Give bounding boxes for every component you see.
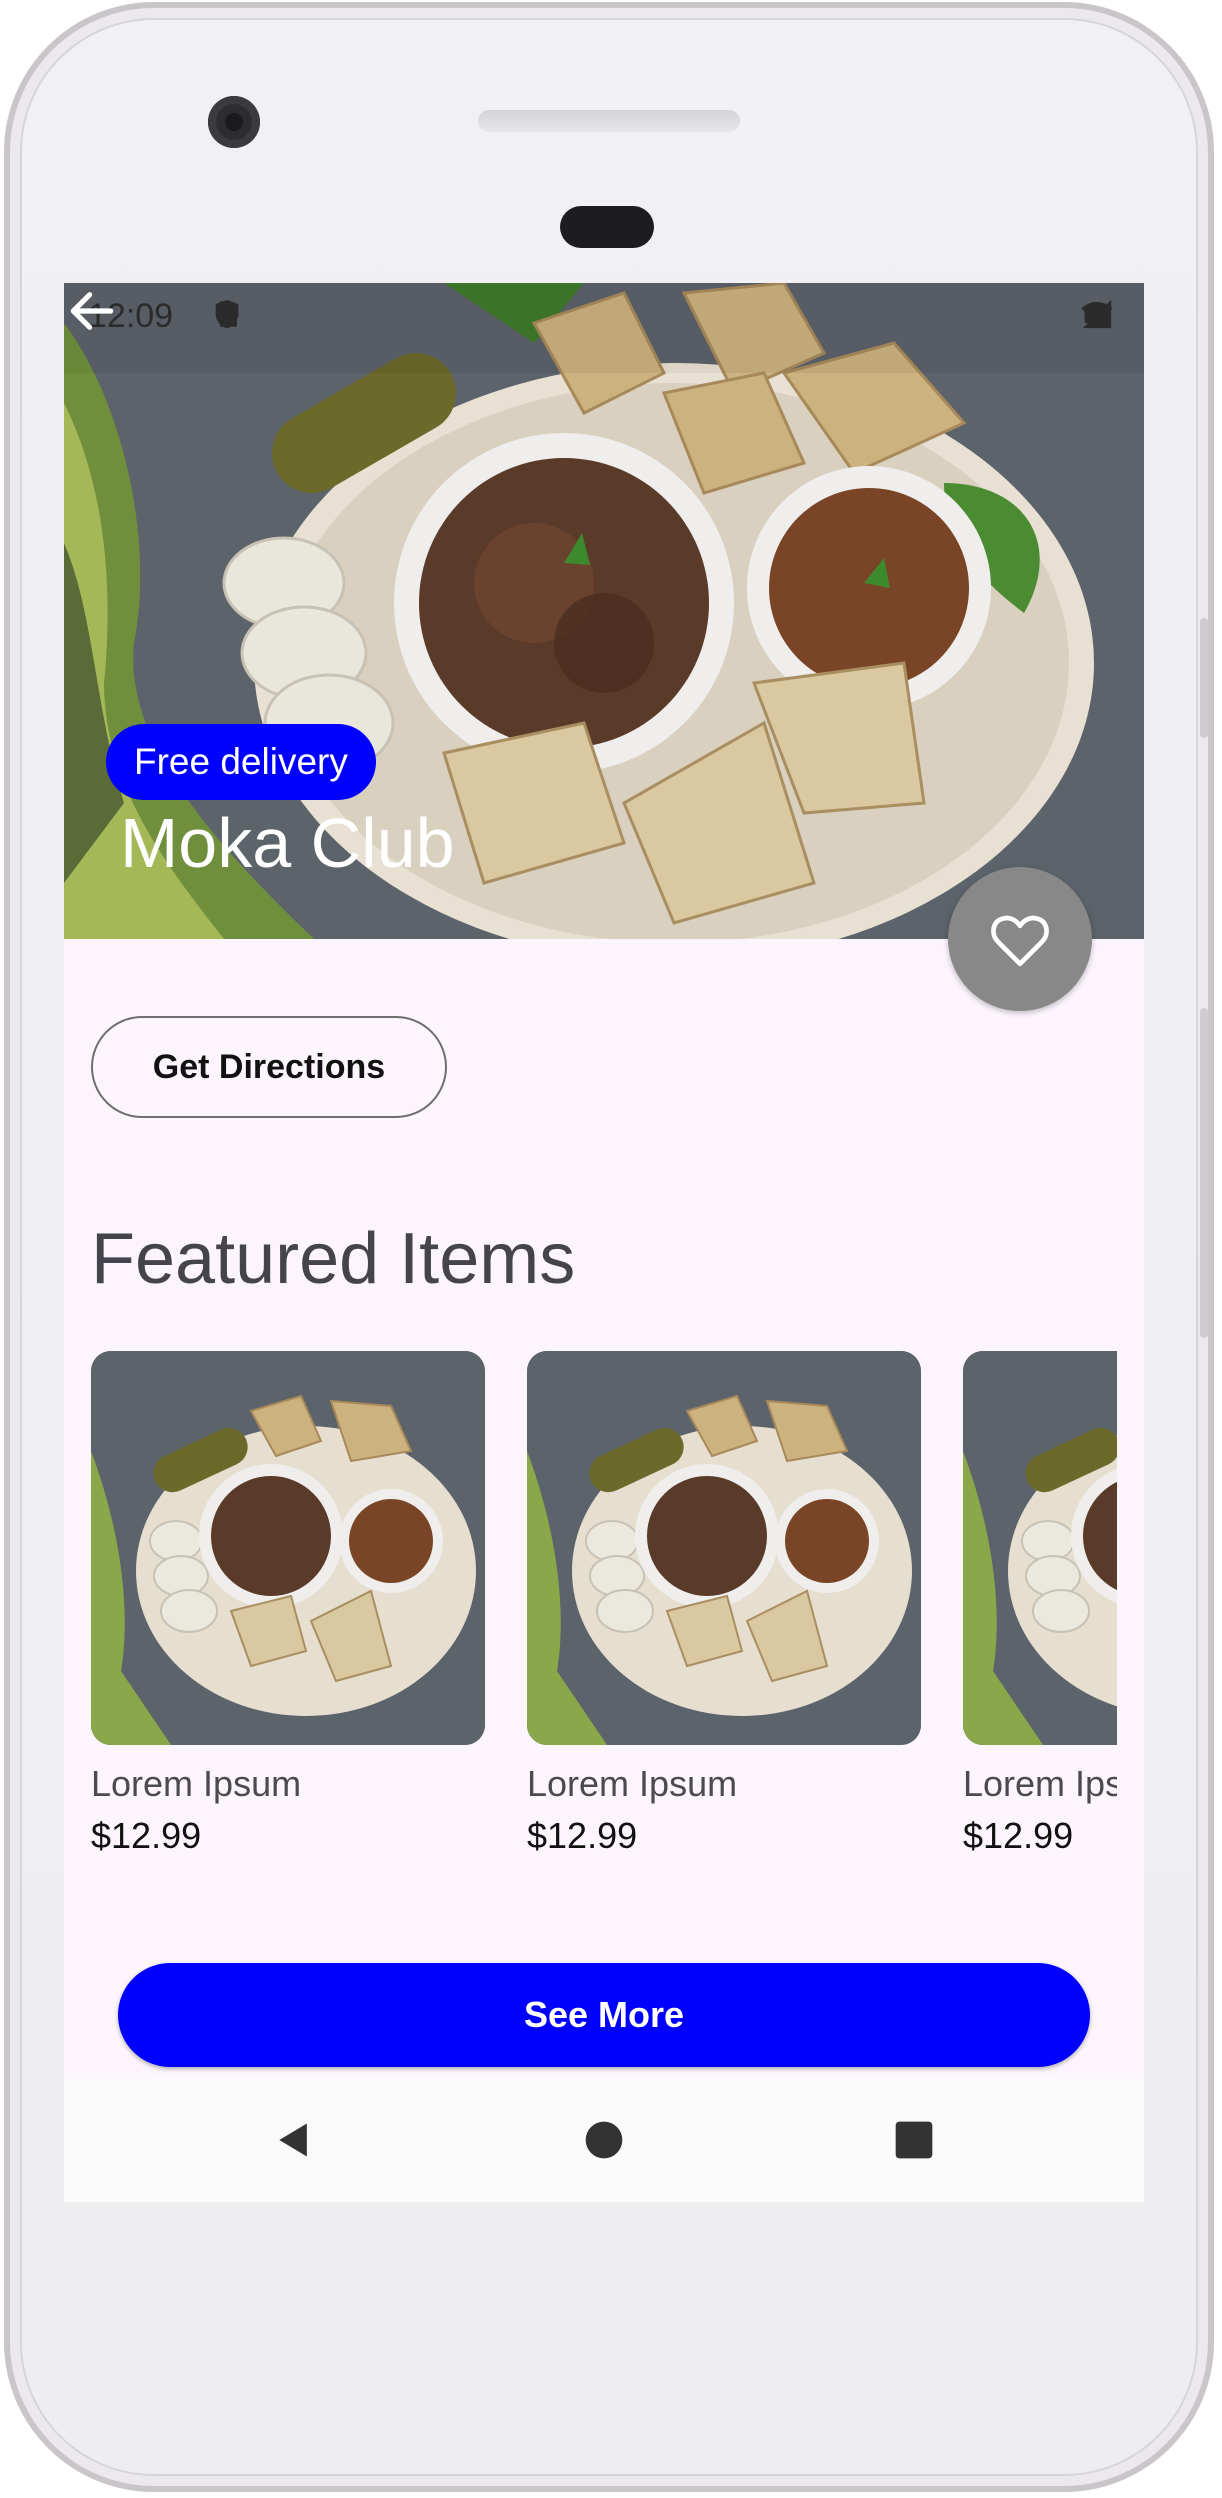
- featured-thumbnail: [527, 1351, 921, 1745]
- nav-back-icon[interactable]: [272, 2118, 316, 2162]
- featured-card[interactable]: Lorem Ipsum $12.99: [527, 1351, 921, 1857]
- food-thumbnail-image: [527, 1351, 921, 1745]
- featured-carousel[interactable]: Lorem Ipsum $12.99 Lorem Ipsum $12.99 Lo…: [91, 1351, 1117, 1891]
- sim-card-icon: [219, 301, 237, 327]
- volume-button: [1200, 618, 1208, 738]
- back-arrow-icon[interactable]: [64, 283, 120, 339]
- item-price: $12.99: [527, 1815, 638, 1856]
- favorite-button[interactable]: [948, 867, 1092, 1011]
- nav-recents-icon[interactable]: [892, 2118, 936, 2162]
- item-name: Lorem Ipsum: [527, 1763, 738, 1804]
- battery-icon: [1084, 303, 1098, 324]
- app-screen: 12:09 Free delivery Moka Club Get Direct…: [64, 283, 1144, 2202]
- item-price: $12.99: [91, 1815, 202, 1856]
- featured-items-heading: Featured Items: [91, 1219, 576, 1299]
- free-delivery-badge: Free delivery: [106, 724, 376, 800]
- featured-thumbnail: [963, 1351, 1117, 1745]
- hero-image: 12:09 Free delivery Moka Club: [64, 283, 1144, 939]
- food-thumbnail-image: [963, 1351, 1117, 1745]
- item-price: $12.99: [963, 1815, 1074, 1856]
- get-directions-button[interactable]: Get Directions: [91, 1016, 447, 1118]
- featured-thumbnail: [91, 1351, 485, 1745]
- proximity-sensor: [560, 206, 654, 248]
- restaurant-name: Moka Club: [120, 804, 455, 882]
- featured-card[interactable]: Lorem Ipsum $12.99: [963, 1351, 1117, 1857]
- nav-home-icon[interactable]: [582, 2118, 626, 2162]
- front-camera: [208, 96, 260, 148]
- item-name: Lorem Ipsum: [963, 1763, 1117, 1804]
- see-more-button[interactable]: See More: [118, 1963, 1090, 2067]
- featured-card[interactable]: Lorem Ipsum $12.99: [91, 1351, 485, 1857]
- earpiece-speaker: [478, 110, 740, 132]
- food-thumbnail-image: [91, 1351, 485, 1745]
- power-button: [1200, 1008, 1208, 1338]
- heart-outline-icon: [991, 915, 1049, 967]
- status-bar: 12:09: [64, 283, 1144, 347]
- system-nav-bar: [64, 2078, 1144, 2202]
- item-name: Lorem Ipsum: [91, 1763, 302, 1804]
